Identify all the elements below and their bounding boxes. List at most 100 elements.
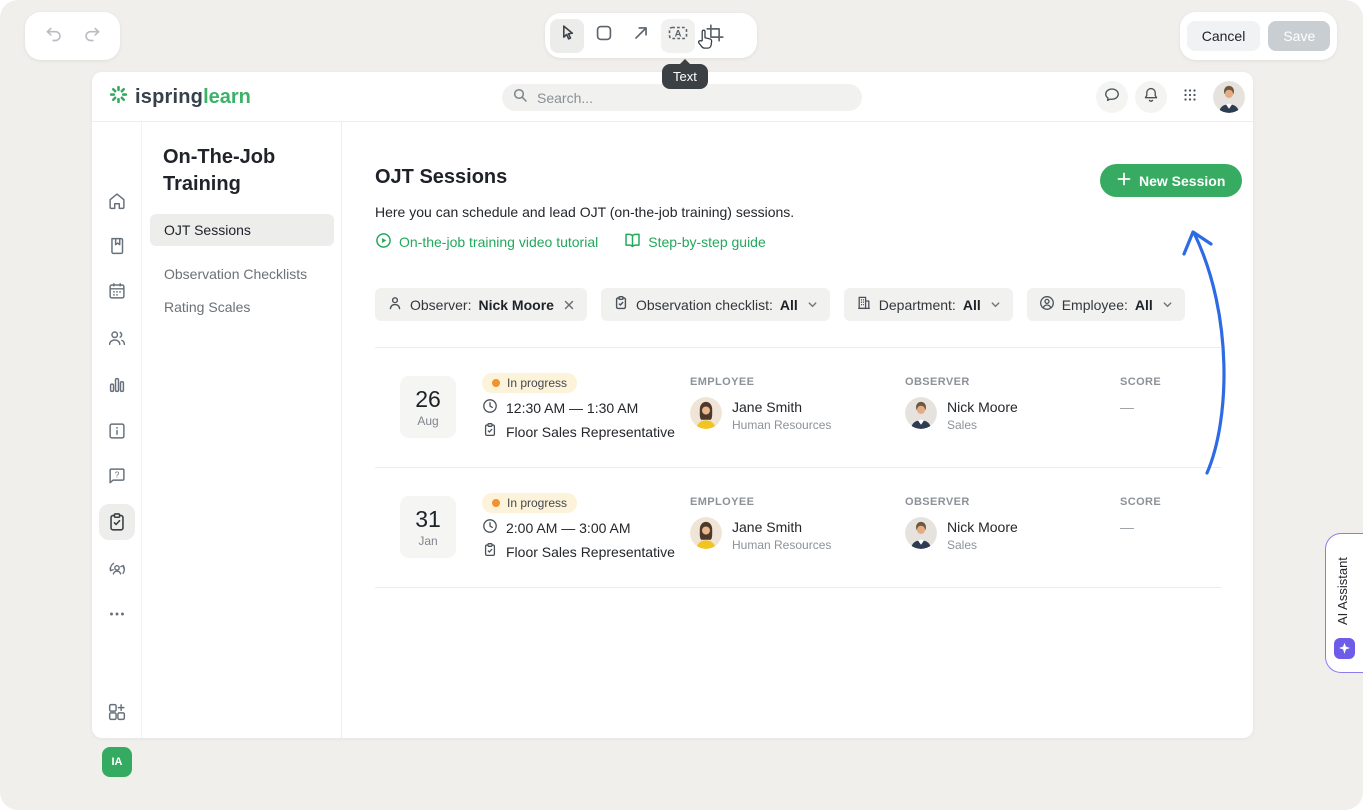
save-button[interactable]: Save — [1268, 21, 1330, 51]
column-header-employee: EMPLOYEE — [690, 376, 754, 388]
rail-360-review-button[interactable] — [105, 557, 129, 581]
person-icon — [387, 295, 403, 314]
observer-avatar — [905, 517, 937, 549]
ai-assistant-label: AI Assistant — [1335, 548, 1350, 634]
cursor-icon — [556, 22, 578, 49]
rail-more-button[interactable] — [105, 602, 129, 626]
filter-value: All — [1135, 297, 1153, 313]
session-row[interactable]: 26 Aug In progress 12:30 AM — 1:30 AM Fl… — [375, 347, 1221, 467]
filter-label: Observer: — [410, 297, 471, 313]
ia-workspace-badge[interactable]: IA — [102, 747, 132, 777]
question-bubble-icon: ? — [106, 465, 128, 487]
plus-icon — [1117, 172, 1131, 189]
session-time: 12:30 AM — 1:30 AM — [482, 398, 638, 417]
employee-cell: Jane SmithHuman Resources — [690, 517, 831, 552]
help-links: On-the-job training video tutorial Step-… — [375, 232, 766, 252]
observer-department: Sales — [947, 418, 1018, 432]
observer-cell: Nick MooreSales — [905, 517, 1018, 552]
session-time-label: 2:00 AM — 3:00 AM — [506, 520, 631, 536]
user-avatar[interactable] — [1213, 81, 1245, 113]
undo-button[interactable] — [43, 23, 65, 50]
status-dot-icon — [492, 499, 500, 507]
rail-ojt-button[interactable] — [99, 504, 135, 540]
nav-item-observation-checklists[interactable]: Observation Checklists — [150, 258, 334, 290]
rail-users-button[interactable] — [105, 326, 129, 350]
arrow-icon — [630, 22, 652, 49]
new-session-button[interactable]: New Session — [1100, 164, 1242, 197]
link-label: Step-by-step guide — [648, 234, 766, 250]
rail-courses-button[interactable] — [105, 234, 129, 258]
ellipsis-icon — [106, 603, 128, 625]
ai-sparkle-icon — [1334, 638, 1355, 659]
session-row[interactable]: 31 Jan In progress 2:00 AM — 3:00 AM Flo… — [375, 467, 1221, 587]
nav-item-rating-scales[interactable]: Rating Scales — [150, 291, 334, 323]
text-tool-button[interactable]: A — [661, 19, 695, 53]
grid-plus-icon — [106, 701, 128, 723]
rectangle-tool-button[interactable] — [587, 19, 621, 53]
icon-rail: ? IA — [92, 122, 142, 738]
step-by-step-guide-link[interactable]: Step-by-step guide — [624, 232, 766, 252]
filter-department[interactable]: Department: All — [844, 288, 1013, 321]
session-day: 26 — [415, 386, 441, 413]
page-description: Here you can schedule and lead OJT (on-t… — [375, 204, 794, 220]
header-actions — [1096, 81, 1245, 113]
redo-button[interactable] — [81, 23, 103, 50]
text-tool-tooltip: Text — [662, 64, 708, 89]
rail-home-button[interactable] — [105, 189, 129, 213]
video-tutorial-link[interactable]: On-the-job training video tutorial — [375, 232, 598, 252]
apps-grid-button[interactable] — [1174, 81, 1206, 113]
filter-bar: Observer: Nick Moore Observation checkli… — [375, 288, 1185, 321]
nav-item-label: Observation Checklists — [164, 266, 307, 282]
rail-help-button[interactable]: ? — [105, 464, 129, 488]
clipboard-icon — [613, 295, 629, 314]
clock-icon — [482, 518, 498, 537]
observer-cell: Nick Moore Sales — [905, 397, 1018, 432]
logo-text-primary: ispring — [135, 86, 203, 108]
rail-add-apps-button[interactable] — [105, 700, 129, 724]
status-label: In progress — [507, 496, 567, 510]
employee-name: Jane Smith — [732, 519, 831, 535]
nav-item-ojt-sessions[interactable]: OJT Sessions — [150, 214, 334, 246]
filter-label: Department: — [879, 297, 956, 313]
ispring-learn-logo[interactable]: ispringlearn — [108, 72, 251, 122]
svg-text:?: ? — [115, 470, 120, 479]
notifications-button[interactable] — [1135, 81, 1167, 113]
nav-item-label: Rating Scales — [164, 299, 250, 315]
column-header-employee: EMPLOYEE — [690, 496, 754, 508]
search-input[interactable] — [535, 89, 852, 107]
arrow-tool-button[interactable] — [624, 19, 658, 53]
filter-employee[interactable]: Employee: All — [1027, 288, 1185, 321]
status-badge: In progress — [482, 373, 577, 393]
sessions-table: 26 Aug In progress 12:30 AM — 1:30 AM Fl… — [375, 347, 1221, 588]
nav-item-label: OJT Sessions — [164, 222, 251, 238]
person-360-icon — [106, 558, 128, 580]
svg-text:A: A — [675, 28, 682, 39]
employee-avatar — [690, 397, 722, 429]
session-checklist-label: Floor Sales Representative — [506, 424, 675, 440]
employee-name: Jane Smith — [732, 399, 831, 415]
filter-observation-checklist[interactable]: Observation checklist: All — [601, 288, 830, 321]
cursor-tool-button[interactable] — [550, 19, 584, 53]
rail-calendar-button[interactable] — [105, 279, 129, 303]
rail-kiosk-button[interactable] — [105, 419, 129, 443]
session-checklist: Floor Sales Representative — [482, 422, 675, 441]
rail-reports-button[interactable] — [105, 373, 129, 397]
observer-name: Nick Moore — [947, 399, 1018, 415]
chevron-down-icon — [807, 299, 818, 310]
ai-assistant-tab[interactable]: AI Assistant — [1325, 533, 1363, 673]
cancel-button[interactable]: Cancel — [1187, 21, 1261, 51]
play-circle-icon — [375, 232, 392, 252]
remove-filter-icon[interactable] — [563, 299, 575, 311]
filter-label: Employee: — [1062, 297, 1128, 313]
undo-redo-bar — [25, 12, 120, 60]
hand-cursor-icon — [695, 28, 717, 57]
filter-value: Nick Moore — [478, 297, 553, 313]
score-value: — — [1120, 399, 1134, 415]
employee-avatar — [690, 517, 722, 549]
cancel-save-bar: Cancel Save — [1180, 12, 1337, 60]
filter-observer[interactable]: Observer: Nick Moore — [375, 288, 587, 321]
messages-button[interactable] — [1096, 81, 1128, 113]
status-dot-icon — [492, 379, 500, 387]
chevron-down-icon — [990, 299, 1001, 310]
book-open-icon — [624, 232, 641, 252]
